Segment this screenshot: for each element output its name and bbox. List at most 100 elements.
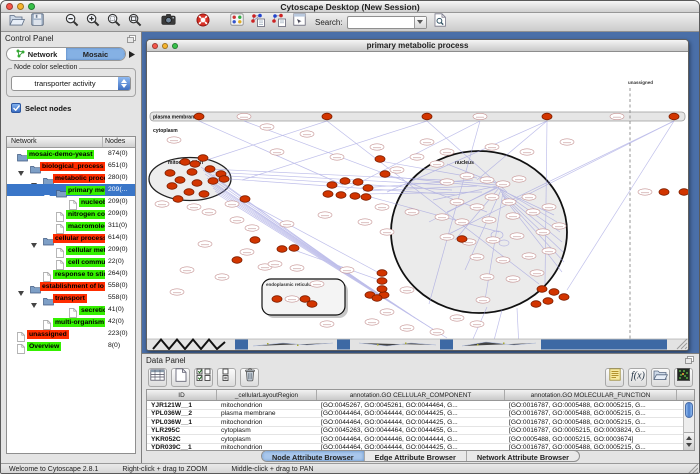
network-node[interactable] <box>542 248 556 254</box>
new-network-view-button[interactable] <box>248 14 267 31</box>
network-node[interactable] <box>400 325 414 331</box>
network-node[interactable] <box>323 191 333 198</box>
network-node[interactable] <box>350 193 360 200</box>
network-node[interactable] <box>377 270 387 277</box>
network-node[interactable] <box>175 177 185 184</box>
network-node[interactable] <box>526 209 540 215</box>
network-node[interactable] <box>506 213 520 219</box>
network-node[interactable] <box>470 254 484 260</box>
table-row[interactable]: YPL036W__2plasma membrane[GO:0044464, GO… <box>147 410 694 419</box>
network-node[interactable] <box>380 229 394 235</box>
tree-row[interactable]: biological_process651(0) <box>7 160 135 172</box>
tree-row[interactable]: cell communicat22(0) <box>7 256 135 268</box>
network-node[interactable] <box>485 144 499 150</box>
zoom-out-button[interactable] <box>62 14 81 31</box>
network-node[interactable] <box>170 289 184 295</box>
network-node[interactable] <box>180 267 194 273</box>
zoom-button[interactable] <box>28 3 35 10</box>
search-dropdown-arrow-icon[interactable] <box>414 17 426 28</box>
network-node[interactable] <box>250 237 260 244</box>
network-node[interactable] <box>559 294 569 301</box>
network-node[interactable] <box>496 181 510 187</box>
network-node[interactable] <box>208 178 218 185</box>
network-node[interactable] <box>215 274 229 280</box>
network-node[interactable] <box>318 212 332 218</box>
network-node[interactable] <box>520 149 534 155</box>
network-node[interactable] <box>184 189 194 196</box>
network-node[interactable] <box>531 301 541 308</box>
column-header[interactable]: _cellularLayoutRegion <box>217 390 317 400</box>
column-header[interactable]: ID <box>147 390 217 400</box>
network-node[interactable] <box>187 204 201 210</box>
tab-edge-attribute-browser[interactable]: Edge Attribute Browser <box>365 451 467 461</box>
tab-mosaic[interactable]: Mosaic <box>66 48 125 60</box>
tree-column-network[interactable]: Network <box>7 137 103 147</box>
close-button[interactable] <box>6 3 13 10</box>
network-node[interactable] <box>377 286 387 293</box>
network-node[interactable] <box>480 177 494 183</box>
network-node[interactable] <box>450 199 464 205</box>
network-node[interactable] <box>440 179 454 185</box>
network-copy-button[interactable] <box>269 14 288 31</box>
network-node[interactable] <box>330 154 344 160</box>
network-node[interactable] <box>380 171 390 178</box>
network-node[interactable] <box>638 189 652 195</box>
network-node[interactable] <box>363 185 373 192</box>
network-node[interactable] <box>289 245 299 252</box>
network-node[interactable] <box>198 241 212 247</box>
network-node[interactable] <box>422 113 432 120</box>
network-node[interactable] <box>277 246 287 253</box>
view-minimize-button[interactable] <box>162 43 168 49</box>
network-node[interactable] <box>300 131 314 137</box>
delete-attribute-button[interactable] <box>240 368 259 387</box>
network-node[interactable] <box>440 149 454 155</box>
tree-row[interactable]: nucleobase-209(0) <box>7 196 135 208</box>
float-panel-icon[interactable] <box>127 30 136 48</box>
network-view-titlebar[interactable]: primary metabolic process <box>147 40 688 52</box>
network-node[interactable] <box>530 270 544 276</box>
network-node[interactable] <box>430 329 444 335</box>
network-node[interactable] <box>549 289 559 296</box>
tree-row[interactable]: nitrogen compo209(0) <box>7 208 135 220</box>
view-close-button[interactable] <box>152 43 158 49</box>
network-node[interactable] <box>679 189 688 196</box>
vizmapper-button[interactable] <box>227 14 246 31</box>
network-node[interactable] <box>353 179 363 186</box>
network-node[interactable] <box>194 113 204 120</box>
network-node[interactable] <box>537 286 547 293</box>
network-node[interactable] <box>370 144 384 150</box>
network-node[interactable] <box>375 156 385 163</box>
attribute-table-header[interactable]: ID_cellularLayoutRegionannotation.GO CEL… <box>147 390 694 401</box>
tree-row[interactable]: Overview8(0) <box>7 340 135 352</box>
network-node[interactable] <box>506 276 520 282</box>
column-header[interactable]: annotation.GO CELLULAR_COMPONENT <box>317 390 505 400</box>
network-node[interactable] <box>285 296 299 302</box>
view-zoom-button[interactable] <box>172 43 178 49</box>
network-view-window[interactable]: primary metabolic process plasma membran… <box>146 39 689 351</box>
network-node[interactable] <box>270 149 284 155</box>
network-node[interactable] <box>336 192 346 199</box>
network-node[interactable] <box>340 178 350 185</box>
tab-network-attribute-browser[interactable]: Network Attribute Browser <box>467 451 579 461</box>
tab-network[interactable]: Network <box>7 48 66 60</box>
tree-row[interactable]: macromolecule311(0) <box>7 220 135 232</box>
new-attribute-button[interactable] <box>171 368 190 387</box>
network-node[interactable] <box>290 265 304 271</box>
tree-row[interactable]: cellular process614(0) <box>7 232 135 244</box>
select-attributes-button[interactable] <box>194 368 213 387</box>
attribute-table-button[interactable] <box>148 368 167 387</box>
node-color-select[interactable]: transporter activity <box>11 76 131 91</box>
network-node[interactable] <box>460 173 474 179</box>
attribute-matrix-button[interactable] <box>674 368 693 387</box>
network-node[interactable] <box>610 113 624 119</box>
network-node[interactable] <box>420 139 434 145</box>
search-config-button[interactable] <box>431 14 450 31</box>
tab-overflow-button[interactable] <box>126 51 138 58</box>
network-node[interactable] <box>167 137 181 143</box>
network-node[interactable] <box>560 139 574 145</box>
network-node[interactable] <box>552 223 566 229</box>
network-node[interactable] <box>473 113 487 119</box>
network-node[interactable] <box>455 219 469 225</box>
network-node[interactable] <box>536 229 550 235</box>
float-panel-icon[interactable] <box>685 351 694 369</box>
